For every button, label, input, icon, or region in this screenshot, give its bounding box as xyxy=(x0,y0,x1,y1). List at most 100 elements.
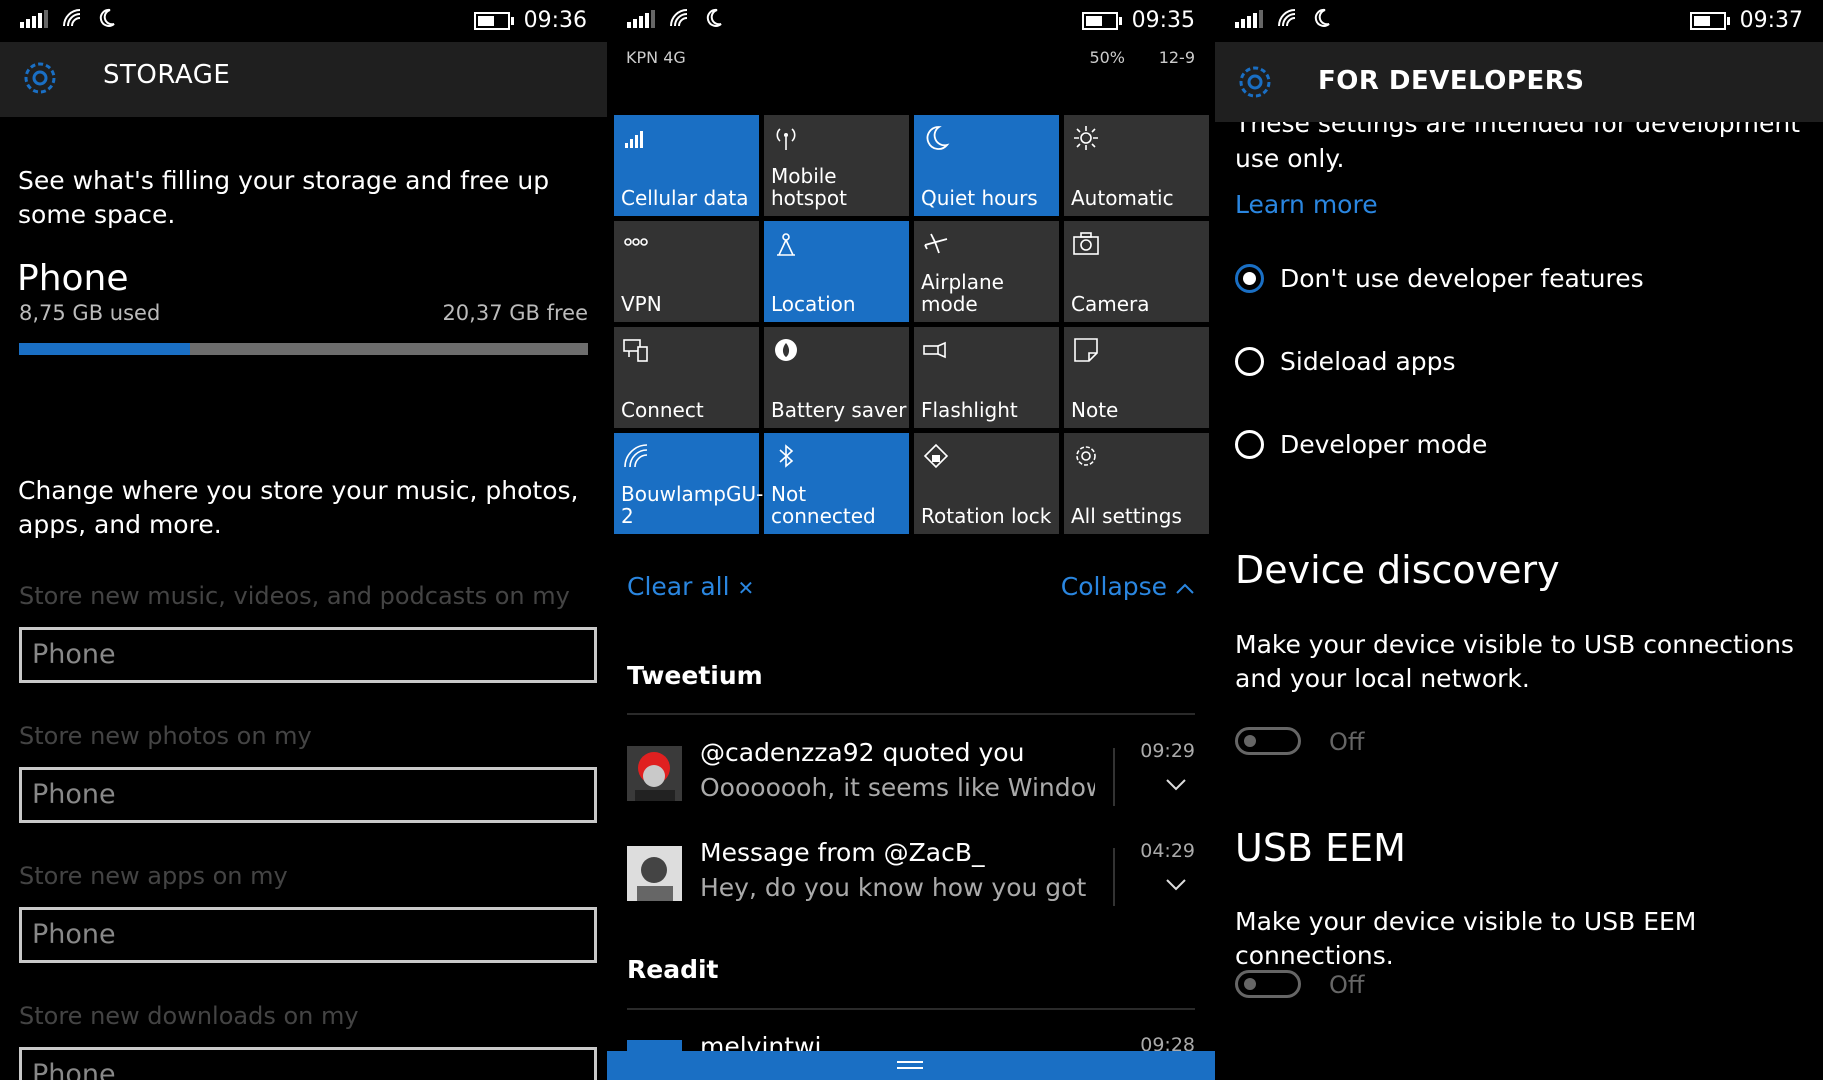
music-location-select[interactable]: Phone xyxy=(19,627,597,683)
device-discovery-desc: Make your device visible to USB connecti… xyxy=(1235,630,1794,693)
settings-header: STORAGE xyxy=(0,42,607,117)
quick-action-not-connected[interactable]: Not connected xyxy=(764,433,909,534)
quick-action-location[interactable]: Location xyxy=(764,221,909,322)
radio-dont-use-dev-features[interactable]: Don't use developer features xyxy=(1235,264,1644,293)
quick-action-note[interactable]: Note xyxy=(1064,327,1209,428)
toggle-state: Off xyxy=(1329,971,1365,999)
quick-action-rotation-lock[interactable]: Rotation lock xyxy=(914,433,1059,534)
notification-item[interactable]: @cadenzza92 quoted you Oooooooh, it seem… xyxy=(627,738,1195,818)
cellular-icon xyxy=(621,123,651,153)
signal-icon xyxy=(627,8,655,28)
brightness-icon xyxy=(1071,123,1101,153)
free-space: 20,37 GB free xyxy=(442,301,588,325)
notification-title: @cadenzza92 quoted you xyxy=(700,738,1025,767)
signal-icon xyxy=(20,8,48,28)
apps-location-select[interactable]: Phone xyxy=(19,907,597,963)
quick-action-label: All settings xyxy=(1071,504,1182,528)
collapse-button[interactable]: Collapse xyxy=(1061,572,1195,601)
usb-eem-toggle[interactable] xyxy=(1235,970,1301,998)
usb-eem-heading: USB EEM xyxy=(1235,826,1406,870)
quick-action-label: Note xyxy=(1071,398,1119,422)
quick-action-camera[interactable]: Camera xyxy=(1064,221,1209,322)
radio-icon xyxy=(1235,430,1264,459)
notification-group-title: Tweetium xyxy=(627,661,763,690)
quick-action-connect[interactable]: Connect xyxy=(614,327,759,428)
wifi-icon xyxy=(1278,9,1296,27)
quick-action-automatic[interactable]: Automatic xyxy=(1064,115,1209,216)
divider xyxy=(627,1008,1195,1010)
quick-action-vpn[interactable]: VPN xyxy=(614,221,759,322)
downloads-location-select[interactable]: Phone xyxy=(19,1047,597,1080)
device-name[interactable]: Phone xyxy=(17,258,129,299)
airplane-icon xyxy=(921,229,951,259)
gear-icon xyxy=(1239,66,1271,98)
chevron-down-icon[interactable] xyxy=(1165,878,1187,892)
vpn-icon xyxy=(621,229,651,259)
quick-action-cellular-data[interactable]: Cellular data xyxy=(614,115,759,216)
storage-screen: 09:36 STORAGE See what's filling your st… xyxy=(0,0,607,1080)
quick-action-mobile-hotspot[interactable]: Mobile hotspot xyxy=(764,115,909,216)
battery-saver-icon xyxy=(771,335,801,365)
battery-icon xyxy=(1081,11,1122,30)
radio-label: Developer mode xyxy=(1280,430,1488,459)
storage-intro: See what's filling your storage and free… xyxy=(18,166,550,229)
battery-percent: 50% xyxy=(1089,48,1125,67)
toggle-state: Off xyxy=(1329,728,1365,756)
avatar xyxy=(627,746,682,801)
notification-body: Oooooooh, it seems like Windows xyxy=(700,773,1095,802)
status-bar: 09:35 xyxy=(607,0,1215,42)
quick-action-bouwlampgu-2[interactable]: BouwlampGU-2 xyxy=(614,433,763,534)
change-location-text: Change where you store your music, photo… xyxy=(18,476,579,539)
wifi-icon xyxy=(63,9,81,27)
storage-usage-bar xyxy=(19,343,588,355)
settings-header: FOR DEVELOPERS xyxy=(1215,42,1823,122)
quick-action-label: Not connected xyxy=(771,482,876,528)
quick-actions-grid: Cellular data Mobile hotspot Quiet hours Au… xyxy=(614,115,1209,534)
notification-item[interactable]: Message from @ZacB_ Hey, do you know how… xyxy=(627,838,1195,918)
page-title: FOR DEVELOPERS xyxy=(1318,66,1585,96)
quick-action-label: Quiet hours xyxy=(921,186,1038,210)
photos-location-select[interactable]: Phone xyxy=(19,767,597,823)
clock: 09:37 xyxy=(1739,8,1803,33)
divider xyxy=(1113,848,1115,906)
quick-action-airplane-mode[interactable]: Airplane mode xyxy=(914,221,1059,322)
moon-icon xyxy=(921,123,951,153)
photos-location-label: Store new photos on my xyxy=(19,722,312,750)
moon-icon xyxy=(99,8,115,27)
radio-developer-mode[interactable]: Developer mode xyxy=(1235,430,1487,459)
quick-action-label: Connect xyxy=(621,398,704,422)
quick-action-label: Cellular data xyxy=(621,186,749,210)
quick-action-quiet-hours[interactable]: Quiet hours xyxy=(914,115,1059,216)
quick-action-all-settings[interactable]: All settings xyxy=(1064,433,1209,534)
quick-action-flashlight[interactable]: Flashlight xyxy=(914,327,1059,428)
clock: 09:36 xyxy=(523,8,587,33)
clear-all-button[interactable]: Clear all ✕ xyxy=(627,572,754,601)
quick-action-label: Airplane mode xyxy=(921,270,1004,316)
quick-action-label: Flashlight xyxy=(921,398,1018,422)
learn-more-link[interactable]: Learn more xyxy=(1235,188,1805,222)
status-bar: 09:36 xyxy=(0,0,607,42)
chevron-down-icon[interactable] xyxy=(1165,778,1187,792)
quick-action-label: Automatic xyxy=(1071,186,1174,210)
signal-icon xyxy=(1235,8,1263,28)
radio-sideload-apps[interactable]: Sideload apps xyxy=(1235,347,1456,376)
device-discovery-toggle[interactable] xyxy=(1235,727,1301,755)
clear-all-label: Clear all xyxy=(627,572,730,601)
close-icon: ✕ xyxy=(737,576,755,600)
divider xyxy=(627,713,1195,715)
wifi-icon xyxy=(621,441,651,471)
music-location-label: Store new music, videos, and podcasts on… xyxy=(19,582,570,610)
device-discovery-heading: Device discovery xyxy=(1235,548,1560,592)
rotation-lock-icon xyxy=(921,441,951,471)
notification-time: 09:29 xyxy=(1140,740,1195,762)
location-icon xyxy=(771,229,801,259)
apps-location-label: Store new apps on my xyxy=(19,862,288,890)
wifi-icon xyxy=(670,9,688,27)
drag-handle[interactable] xyxy=(607,1051,1215,1080)
action-center: 09:35 KPN 4G 50% 12-9 Cellular data Mobil… xyxy=(607,0,1215,1080)
quick-action-label: Camera xyxy=(1071,292,1150,316)
usb-eem-desc: Make your device visible to USB EEM conn… xyxy=(1235,907,1697,970)
quick-action-label: VPN xyxy=(621,292,662,316)
carrier: KPN 4G xyxy=(626,48,686,67)
quick-action-battery-saver[interactable]: Battery saver xyxy=(764,327,909,428)
